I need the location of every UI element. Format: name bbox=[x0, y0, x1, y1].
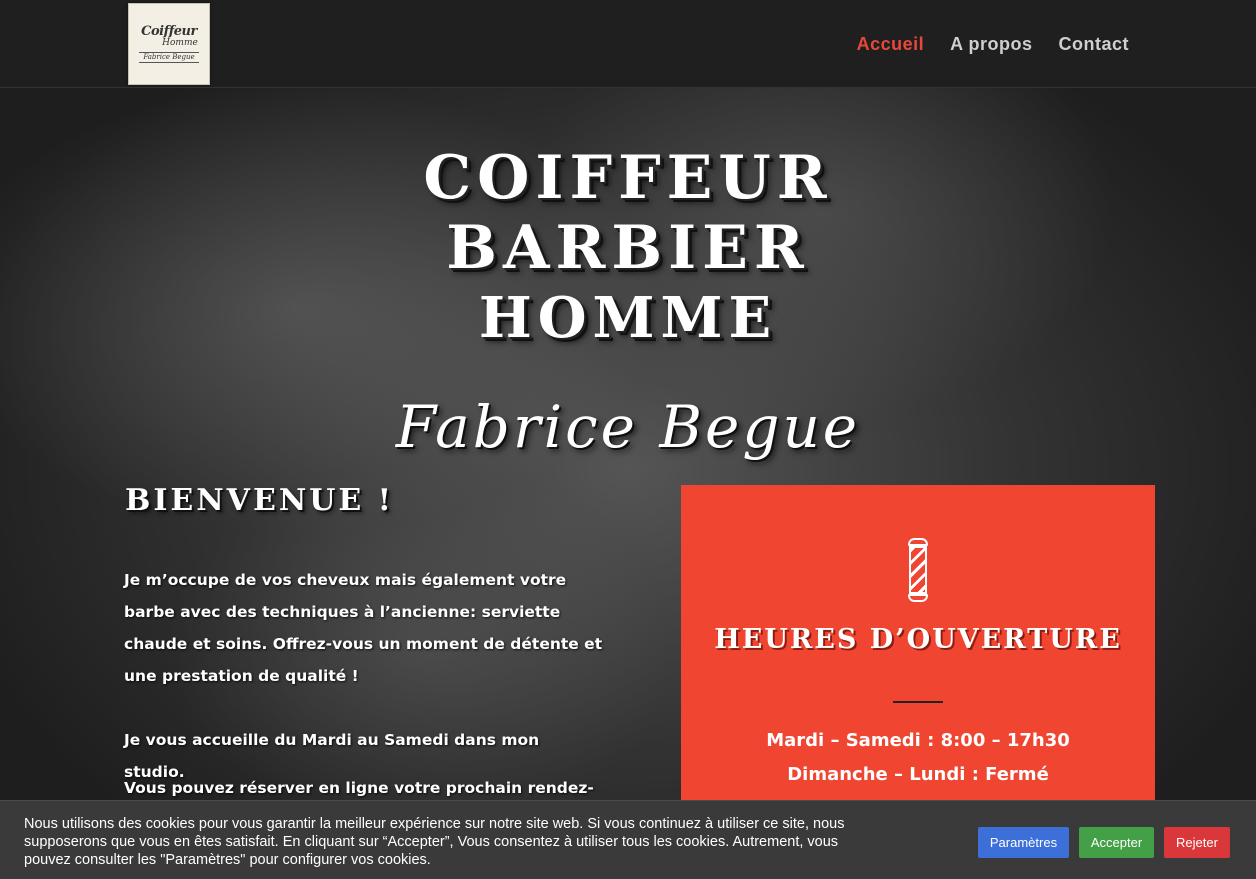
cookie-text: Nous utilisons des cookies pour vous gar… bbox=[24, 816, 845, 868]
intro-paragraph: Je m’occupe de vos cheveux mais égalemen… bbox=[124, 571, 603, 685]
barber-pole-icon bbox=[905, 538, 931, 602]
hours-line-open: Mardi – Samedi : 8:00 – 17h30 bbox=[766, 730, 1070, 751]
cookie-settings-button[interactable]: Paramètres bbox=[978, 827, 1069, 858]
cookie-reject-button[interactable]: Rejeter bbox=[1164, 827, 1230, 858]
nav-contact[interactable]: Contact bbox=[1059, 34, 1130, 55]
hero-title-line2: BARBIER bbox=[446, 213, 810, 283]
hours-line-closed: Dimanche – Lundi : Fermé bbox=[787, 764, 1049, 785]
main-nav: Accueil A propos Contact bbox=[857, 0, 1129, 88]
cookie-banner: Nous utilisons des cookies pour vous gar… bbox=[0, 800, 1256, 879]
hours-card: HEURES D’OUVERTURE Mardi – Samedi : 8:00… bbox=[681, 485, 1155, 815]
cookie-accept-button[interactable]: Accepter bbox=[1079, 827, 1154, 858]
logo-line3: Fabrice Begue bbox=[139, 52, 199, 63]
site-logo[interactable]: Coiffeur Homme Fabrice Begue bbox=[128, 3, 210, 85]
site-header: Coiffeur Homme Fabrice Begue Accueil A p… bbox=[0, 0, 1256, 88]
hours-title: HEURES D’OUVERTURE bbox=[714, 624, 1122, 655]
logo-line1: Coiffeur bbox=[141, 24, 197, 39]
hero-script-name: Fabrice Begue bbox=[395, 393, 861, 461]
hours-divider bbox=[893, 701, 943, 703]
logo-line2: Homme bbox=[162, 38, 198, 48]
hero-title-line3: HOMME bbox=[478, 285, 778, 351]
hero-title-line1: COIFFEUR bbox=[423, 143, 833, 213]
welcome-heading: BIENVENUE ! bbox=[125, 483, 394, 518]
nav-accueil[interactable]: Accueil bbox=[857, 34, 925, 55]
hero-section: COIFFEUR BARBIER HOMME Fabrice Begue BIE… bbox=[0, 88, 1256, 879]
nav-a-propos[interactable]: A propos bbox=[950, 34, 1032, 55]
